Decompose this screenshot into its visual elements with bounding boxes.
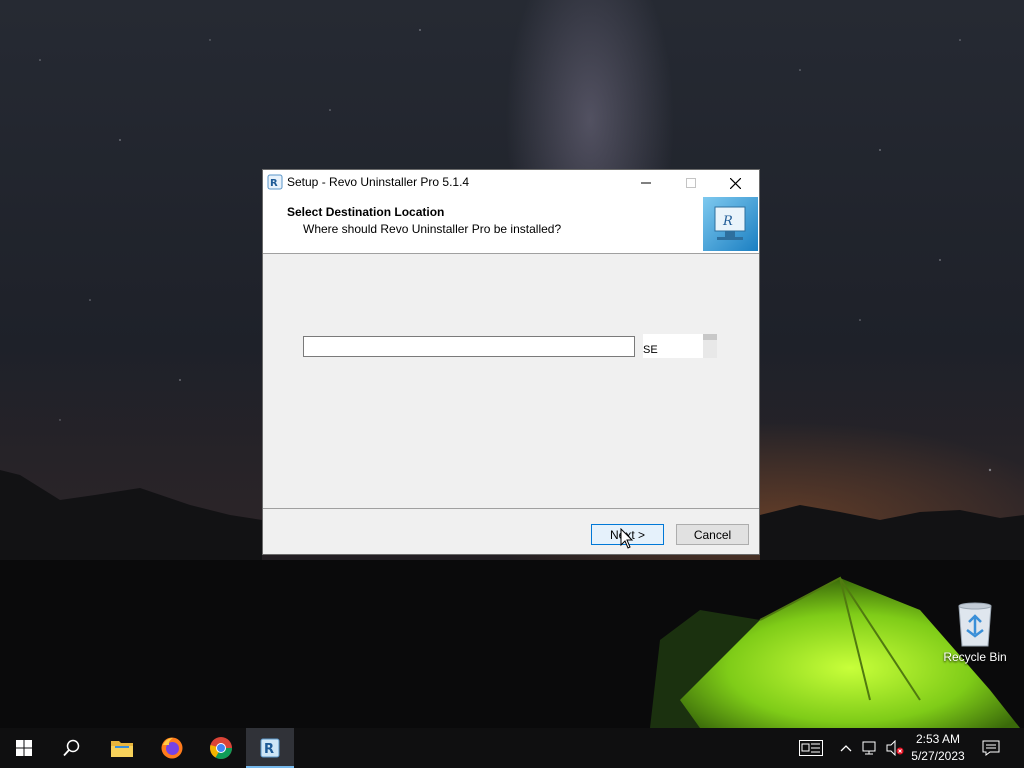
recycle-bin[interactable]: Recycle Bin xyxy=(938,600,1012,664)
firefox-icon xyxy=(161,737,183,759)
destination-path-input[interactable] xyxy=(303,336,635,357)
revo-uninstaller-button[interactable]: R xyxy=(246,728,294,768)
file-explorer-icon xyxy=(111,741,133,757)
search-icon xyxy=(63,739,80,757)
action-center-button[interactable] xyxy=(978,728,1004,768)
browse-label: SE xyxy=(643,344,658,356)
wizard-header: Select Destination Location Where should… xyxy=(263,196,759,254)
search-button[interactable] xyxy=(48,728,96,768)
svg-text:R: R xyxy=(270,178,278,189)
show-hidden-icons-button[interactable] xyxy=(836,728,856,768)
svg-text:R: R xyxy=(264,742,274,757)
start-button[interactable] xyxy=(0,728,48,768)
news-button[interactable] xyxy=(796,728,826,768)
notification-icon xyxy=(982,740,1000,756)
network-icon xyxy=(862,741,876,755)
minimize-button[interactable] xyxy=(623,170,668,196)
minimize-icon xyxy=(640,182,651,184)
cancel-button[interactable]: Cancel xyxy=(676,524,749,545)
setup-dialog: R Setup - Revo Uninstaller Pro 5.1.4 Sel… xyxy=(262,169,760,555)
maximize-button[interactable] xyxy=(668,170,713,196)
clock-time: 2:53 AM xyxy=(915,732,961,746)
taskbar: R 2:53 AM 5/27/2023 xyxy=(0,728,1024,768)
chrome-button[interactable] xyxy=(197,728,245,768)
clock-date: 5/27/2023 xyxy=(911,749,965,763)
revo-logo-icon: R xyxy=(703,197,758,251)
mouse-cursor-icon xyxy=(620,528,634,549)
dialog-title: Setup - Revo Uninstaller Pro 5.1.4 xyxy=(287,175,470,189)
firefox-button[interactable] xyxy=(148,728,196,768)
svg-text:R: R xyxy=(722,214,733,229)
recycle-bin-icon xyxy=(958,602,992,647)
wizard-body: SE xyxy=(263,254,759,508)
recycle-bin-label: Recycle Bin xyxy=(943,650,1007,664)
title-bar[interactable]: R Setup - Revo Uninstaller Pro 5.1.4 xyxy=(263,170,759,196)
clock[interactable]: 2:53 AM 5/27/2023 xyxy=(906,731,970,765)
file-explorer-button[interactable] xyxy=(98,728,146,768)
news-icon xyxy=(799,740,823,756)
close-button[interactable] xyxy=(713,170,758,196)
close-icon xyxy=(730,177,741,189)
maximize-icon xyxy=(685,178,696,188)
chrome-icon xyxy=(210,737,232,759)
volume-muted-icon xyxy=(886,740,904,756)
volume-button[interactable] xyxy=(884,728,906,768)
start-icon xyxy=(16,740,32,756)
browse-button[interactable]: SE xyxy=(643,334,719,358)
chevron-up-icon xyxy=(840,745,852,752)
wizard-footer: Next > Cancel xyxy=(263,508,759,554)
page-title: Select Destination Location xyxy=(287,205,445,219)
network-button[interactable] xyxy=(860,728,882,768)
revo-uninstaller-icon: R xyxy=(260,738,280,758)
page-subtitle: Where should Revo Uninstaller Pro be ins… xyxy=(303,222,562,236)
revo-app-icon: R xyxy=(267,174,283,190)
